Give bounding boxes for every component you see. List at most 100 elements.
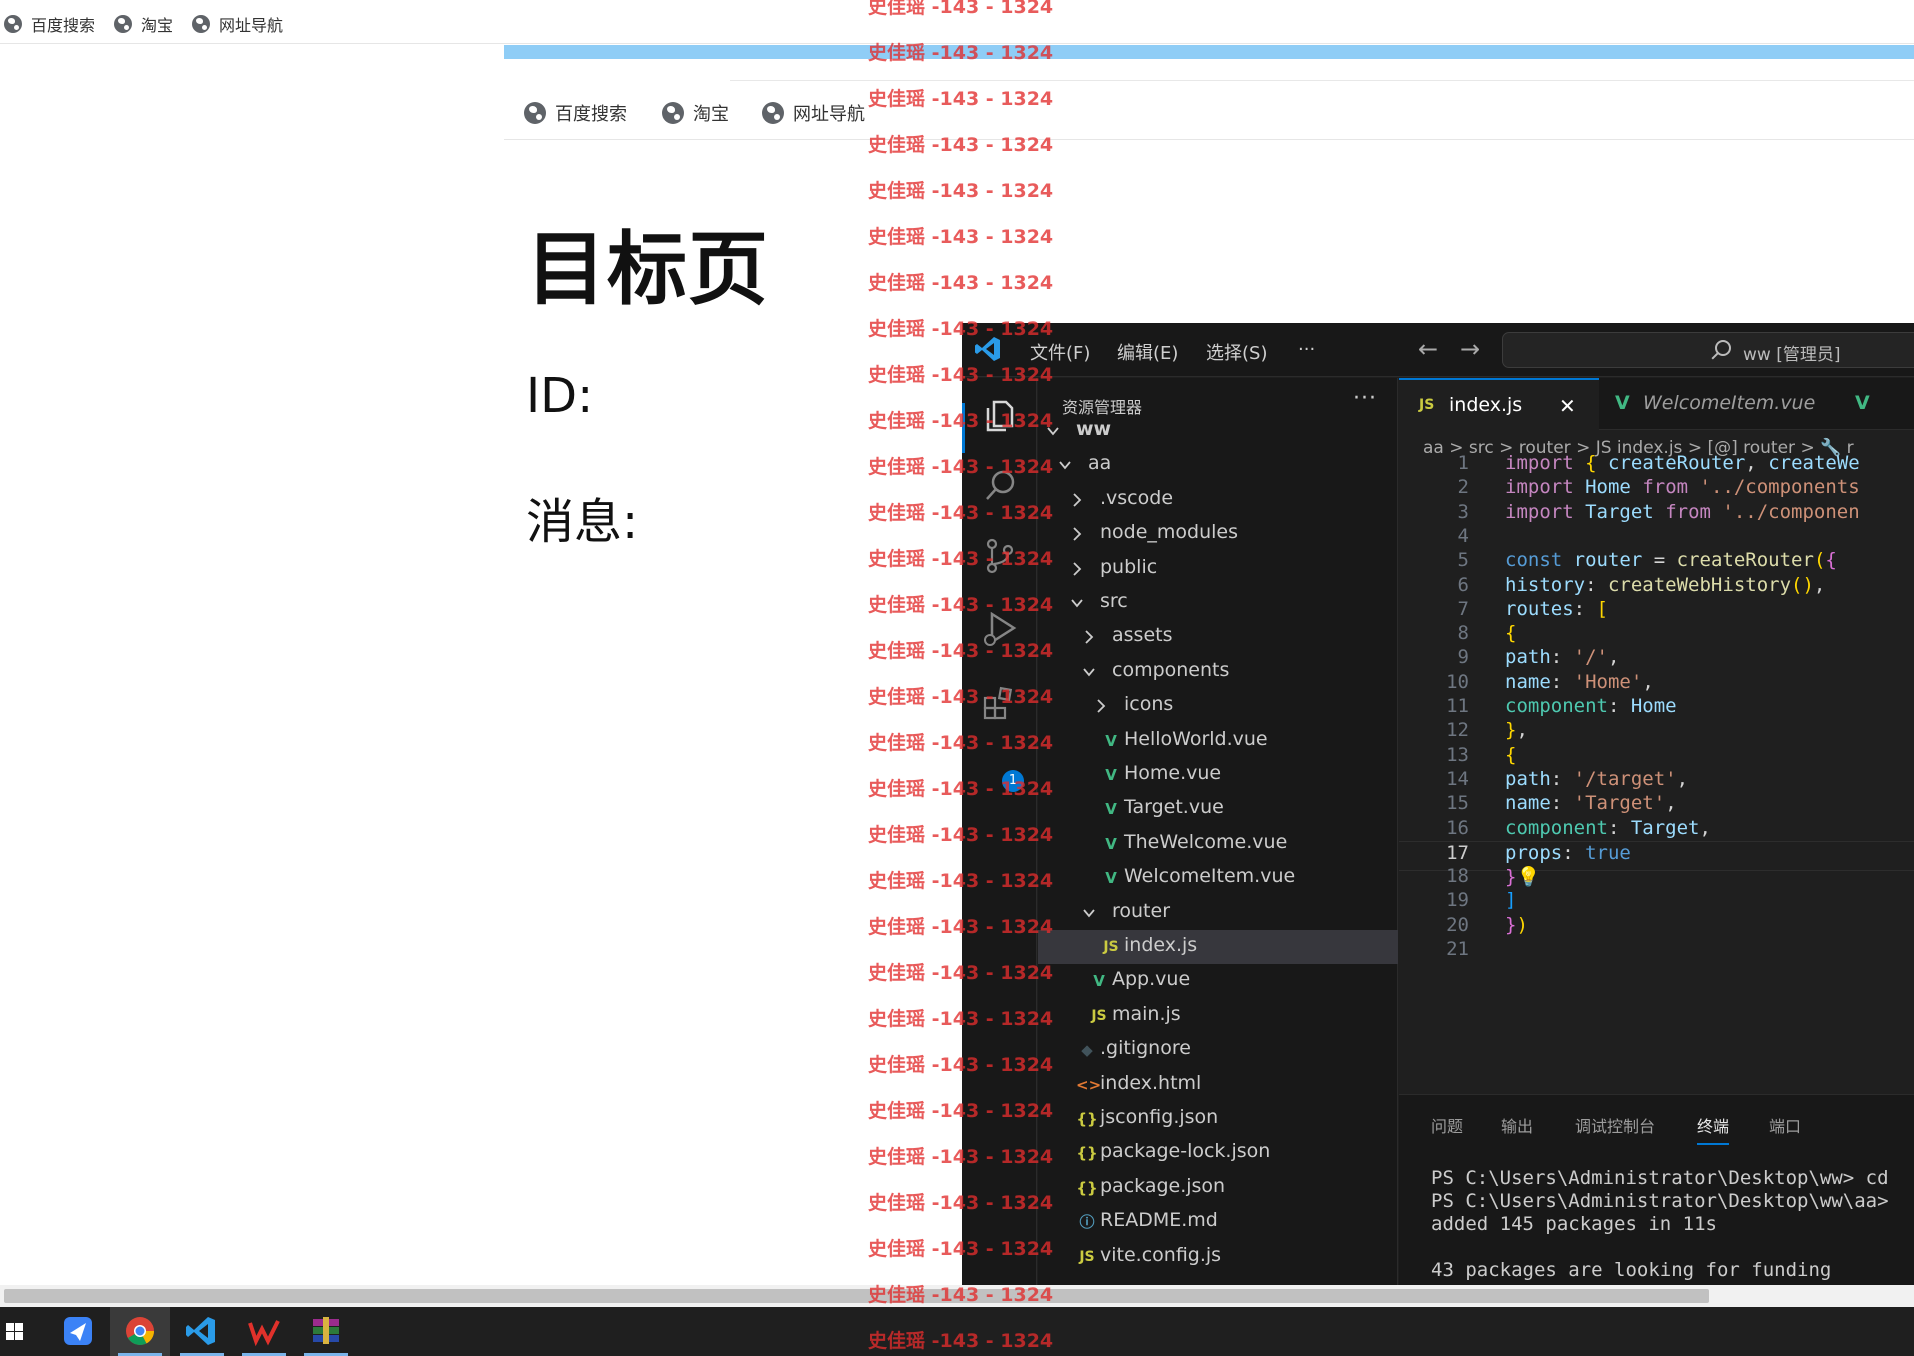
line-number: 15 <box>1446 792 1469 815</box>
tab-welcomeitem-vue[interactable]: V WelcomeItem.vue <box>1599 378 1829 430</box>
tree-item[interactable]: router <box>1038 896 1398 930</box>
tree-item[interactable]: JS index.js <box>1038 930 1398 964</box>
line-number: 9 <box>1457 646 1469 669</box>
bookmark-nav[interactable]: 网址导航 <box>192 12 283 36</box>
line-number: 5 <box>1457 549 1469 572</box>
tree-item[interactable]: assets <box>1038 620 1398 654</box>
chevron-down-icon[interactable] <box>1046 420 1060 442</box>
html-file-icon: <> <box>1076 1075 1102 1094</box>
tree-item-label: components <box>1112 658 1230 681</box>
tree-item[interactable]: public <box>1038 552 1398 586</box>
menu-file[interactable]: 文件(F) <box>1030 339 1090 365</box>
tree-item[interactable]: {} jsconfig.json <box>1038 1102 1398 1136</box>
chevron-right-icon[interactable] <box>1070 523 1084 545</box>
tree-item[interactable]: ◆ .gitignore <box>1038 1033 1398 1067</box>
nav-link-taobao[interactable]: 淘宝 <box>662 100 729 126</box>
code-text: }💡 <box>1505 866 1541 889</box>
command-center[interactable]: ww [管理员] <box>1502 332 1914 368</box>
chevron-right-icon[interactable] <box>1082 626 1096 648</box>
tree-item[interactable]: {} package.json <box>1038 1171 1398 1205</box>
tab-index-js[interactable]: JS index.js ✕ <box>1399 378 1599 430</box>
tree-item[interactable]: {} package-lock.json <box>1038 1136 1398 1170</box>
tree-item[interactable]: V WelcomeItem.vue <box>1038 861 1398 895</box>
tree-item[interactable]: JS vite.config.js <box>1038 1240 1398 1274</box>
nav-link-baidu[interactable]: 百度搜索 <box>524 100 627 126</box>
chevron-down-icon[interactable] <box>1070 592 1084 614</box>
tree-item[interactable]: ⓘ README.md <box>1038 1205 1398 1239</box>
forward-arrow-icon[interactable]: → <box>1460 335 1480 363</box>
search-icon[interactable] <box>980 466 1020 506</box>
code-text: }) <box>1505 913 1528 936</box>
tree-item[interactable]: V Target.vue <box>1038 792 1398 826</box>
taskbar-chrome[interactable] <box>110 1307 170 1356</box>
taskbar-vscode[interactable] <box>172 1307 232 1356</box>
chevron-right-icon[interactable] <box>1070 489 1084 511</box>
tree-item[interactable]: V Home.vue <box>1038 758 1398 792</box>
source-control-icon[interactable] <box>980 536 1020 576</box>
panel-tab-debug-console[interactable]: 调试控制台 <box>1575 1113 1655 1137</box>
tree-item-label: vite.config.js <box>1100 1243 1222 1266</box>
page-nav: 百度搜索 淘宝 网址导航 <box>504 90 1914 140</box>
tree-item[interactable]: src <box>1038 586 1398 620</box>
code-text: history: createWebHistory(), <box>1505 573 1826 596</box>
json-file-icon: {} <box>1076 1178 1098 1197</box>
panel-tab-output[interactable]: 输出 <box>1501 1113 1533 1137</box>
explorer-files-icon[interactable] <box>980 396 1020 436</box>
bookmark-taobao[interactable]: 淘宝 <box>114 12 173 36</box>
tree-item[interactable]: components <box>1038 655 1398 689</box>
extensions-icon[interactable] <box>980 683 1020 723</box>
vscode-logo-icon <box>975 337 1000 361</box>
chevron-right-icon[interactable] <box>1070 558 1084 580</box>
chevron-down-icon[interactable] <box>1082 902 1096 924</box>
run-debug-icon[interactable] <box>980 608 1020 648</box>
tree-item[interactable]: V TheWelcome.vue <box>1038 827 1398 861</box>
globe-icon <box>524 102 546 124</box>
feishu-icon <box>64 1317 92 1345</box>
tree-item[interactable]: V HelloWorld.vue <box>1038 724 1398 758</box>
taskbar-winrar[interactable] <box>296 1307 356 1356</box>
tree-item[interactable]: V App.vue <box>1038 964 1398 998</box>
tree-item-label: assets <box>1112 624 1173 647</box>
horizontal-scrollbar[interactable] <box>0 1285 1914 1307</box>
line-number: 1 <box>1457 452 1469 474</box>
tree-item[interactable]: JS main.js <box>1038 999 1398 1033</box>
taskbar <box>0 1307 1914 1356</box>
tree-item[interactable]: icons <box>1038 689 1398 723</box>
tree-item[interactable]: .vscode <box>1038 483 1398 517</box>
panel-tab-ports[interactable]: 端口 <box>1769 1113 1801 1137</box>
explorer-more-button[interactable]: ··· <box>1353 386 1377 411</box>
chevron-down-icon[interactable] <box>1058 454 1072 476</box>
terminal-line: 43 packages are looking for funding <box>1431 1259 1832 1281</box>
back-arrow-icon[interactable]: ← <box>1418 335 1438 363</box>
chevron-right-icon[interactable] <box>1094 695 1108 717</box>
line-number: 11 <box>1446 695 1469 717</box>
nav-link-nav[interactable]: 网址导航 <box>762 100 865 126</box>
extensions-badge: 1 <box>1002 770 1024 792</box>
close-icon[interactable]: ✕ <box>1559 394 1576 418</box>
search-icon <box>1715 340 1731 356</box>
chevron-down-icon[interactable] <box>1082 661 1096 683</box>
bookmark-baidu[interactable]: 百度搜索 <box>4 12 95 36</box>
scrollbar-thumb[interactable] <box>4 1289 1709 1303</box>
tab-label: index.js <box>1449 394 1523 416</box>
taskbar-wps[interactable] <box>234 1307 294 1356</box>
tree-item[interactable]: <> index.html <box>1038 1068 1398 1102</box>
tree-item[interactable]: ww <box>1038 414 1398 448</box>
tree-item-label: index.js <box>1124 934 1198 956</box>
code-line[interactable]: 21 <box>1399 938 1914 968</box>
divider <box>730 80 1914 81</box>
panel-tab-problems[interactable]: 问题 <box>1431 1113 1463 1137</box>
bookmark-label: 百度搜索 <box>31 16 96 35</box>
active-indicator <box>962 403 965 453</box>
menu-edit[interactable]: 编辑(E) <box>1117 339 1178 365</box>
tree-item-label: .vscode <box>1100 486 1174 509</box>
menu-more[interactable]: ··· <box>1298 339 1315 360</box>
tree-item[interactable]: node_modules <box>1038 517 1398 551</box>
taskbar-feishu[interactable] <box>48 1307 108 1356</box>
panel-tab-terminal[interactable]: 终端 <box>1697 1113 1730 1145</box>
code-text: import { createRouter, createWe <box>1505 452 1860 474</box>
menu-selection[interactable]: 选择(S) <box>1206 339 1267 365</box>
tree-item[interactable]: aa <box>1038 448 1398 482</box>
command-center-text: ww [管理员] <box>1743 345 1841 365</box>
chrome-icon <box>126 1317 154 1345</box>
